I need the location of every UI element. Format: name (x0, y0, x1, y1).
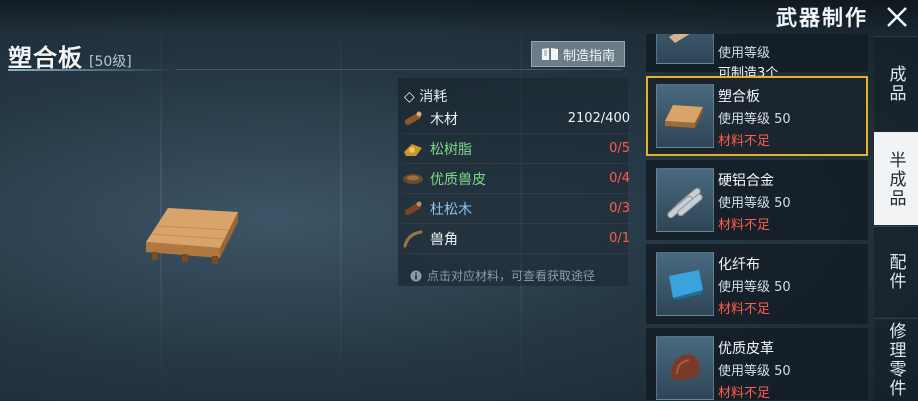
tab-accessories[interactable]: 配件 (874, 226, 918, 317)
plywood-icon (656, 84, 714, 148)
material-count: 0/5 (609, 141, 630, 156)
hide-icon (402, 169, 424, 189)
metal-rods-icon (656, 168, 714, 232)
category-tabs: 成品 半成品 配件 修理零件 (874, 36, 918, 401)
header-divider (176, 69, 622, 70)
recipe-card-partial[interactable]: 使用等级 可制造3个 (646, 34, 868, 81)
material-name: 优质兽皮 (430, 171, 486, 188)
diamond-icon: ◇ (404, 89, 415, 105)
tab-finished-products[interactable]: 成品 (874, 36, 918, 131)
material-row[interactable]: 优质兽皮 0/4 (402, 164, 630, 194)
crafting-guide-button[interactable]: 制造指南 (531, 41, 625, 67)
material-count: 0/4 (609, 171, 630, 186)
recipe-card-name: 硬铝合金 (718, 173, 774, 189)
recipe-card-status: 材料不足 (718, 302, 771, 317)
recipe-card[interactable]: 化纤布 使用等级 50 材料不足 (646, 244, 868, 324)
fabric-icon (656, 252, 714, 316)
recipe-card-level: 使用等级 50 (718, 196, 791, 211)
horn-icon (402, 229, 424, 249)
close-button[interactable] (882, 2, 912, 32)
material-count: 0/3 (609, 201, 630, 216)
recipe-card[interactable]: 塑合板 使用等级 50 材料不足 (646, 76, 868, 156)
book-icon (541, 48, 558, 60)
item-name: 塑合板 (8, 44, 83, 72)
material-row[interactable]: 兽角 0/1 (402, 224, 630, 254)
background-streak (340, 0, 342, 400)
tab-semi-finished[interactable]: 半成品 (874, 132, 918, 225)
material-row[interactable]: 木材 2102/400 (402, 104, 630, 134)
materials-title: ◇ 消耗 (404, 86, 447, 106)
materials-hint: 点击对应材料，可查看获取途径 (410, 267, 595, 284)
window-title: 武器制作 (776, 6, 868, 30)
item-level: [50级] (89, 54, 132, 70)
item-header: 塑合板 [50级] (8, 38, 132, 73)
recipe-card-status: 材料不足 (718, 134, 771, 149)
recipe-card-status: 材料不足 (718, 218, 771, 233)
material-name: 木材 (430, 111, 458, 128)
material-count: 2102/400 (567, 111, 630, 126)
recipe-list[interactable]: 使用等级 可制造3个 塑合板 使用等级 50 材料不足 硬铝合金 使用等级 50… (644, 34, 870, 400)
recipe-card-name: 塑合板 (718, 89, 760, 105)
header-underline (8, 69, 176, 71)
material-name: 杜松木 (430, 201, 472, 218)
resin-icon (402, 139, 424, 159)
wood-log-icon (402, 109, 424, 129)
recipe-card-status: 材料不足 (718, 386, 771, 400)
tab-repair-parts[interactable]: 修理零件 (874, 318, 918, 401)
close-icon (887, 7, 907, 27)
material-name: 兽角 (430, 231, 458, 248)
recipe-card-level: 使用等级 50 (718, 280, 791, 295)
recipe-card[interactable]: 硬铝合金 使用等级 50 材料不足 (646, 160, 868, 240)
plywood-model-icon (146, 208, 238, 264)
material-row[interactable]: 松树脂 0/5 (402, 134, 630, 164)
material-name: 松树脂 (430, 141, 472, 158)
juniper-wood-icon (402, 199, 424, 219)
leather-icon (656, 336, 714, 400)
crafting-guide-label: 制造指南 (562, 48, 615, 64)
info-icon (410, 270, 422, 281)
materials-title-label: 消耗 (419, 89, 448, 105)
materials-hint-text: 点击对应材料，可查看获取途径 (427, 269, 596, 283)
recipe-card[interactable]: 优质皮革 使用等级 50 材料不足 (646, 328, 868, 400)
item-3d-preview (138, 198, 248, 282)
recipe-card-level: 使用等级 50 (718, 112, 791, 127)
recipe-card-name: 化纤布 (718, 257, 760, 273)
recipe-card-level: 使用等级 (718, 46, 771, 61)
material-row[interactable]: 杜松木 0/3 (402, 194, 630, 224)
plank-icon (656, 34, 714, 64)
recipe-card-level: 使用等级 50 (718, 364, 791, 379)
recipe-card-name: 优质皮革 (718, 341, 774, 357)
material-count: 0/1 (609, 231, 630, 246)
